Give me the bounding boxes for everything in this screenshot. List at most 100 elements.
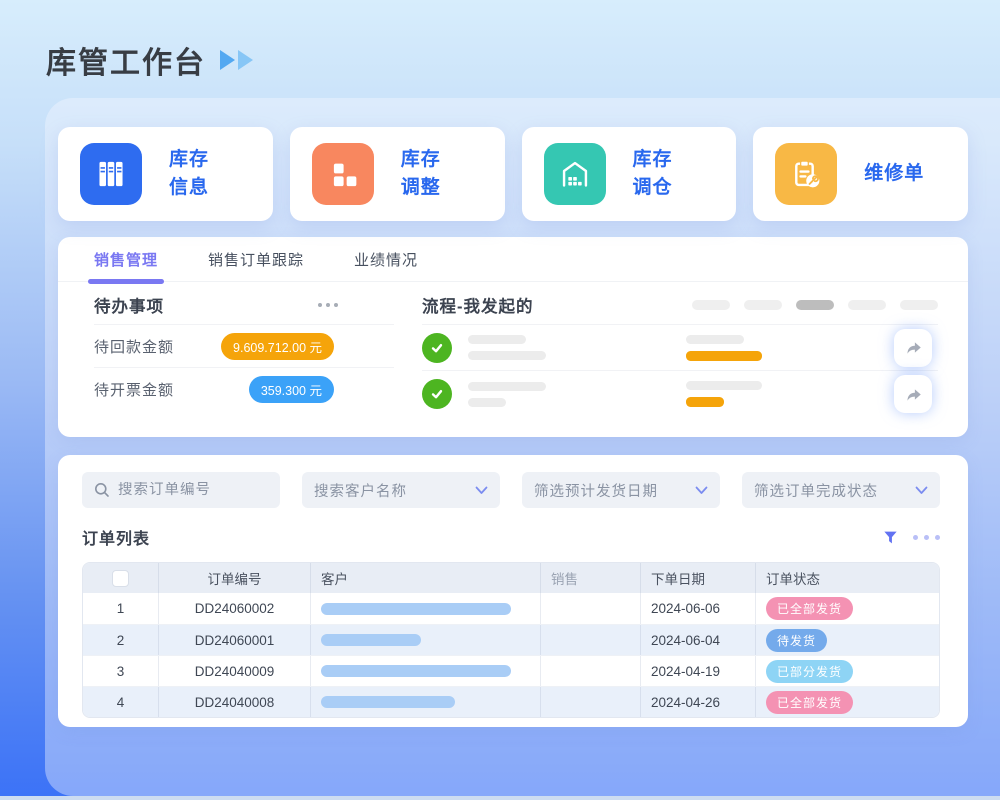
row-index: 3 [83,656,159,686]
orders-list-title: 订单列表 [82,525,150,549]
filters-row: 搜索客户名称 筛选预计发货日期 筛选订单完成状态 [82,472,940,508]
column-header: 客户 [311,563,541,593]
share-button[interactable] [894,329,932,367]
column-header: 下单日期 [641,563,756,593]
order-date: 2024-04-26 [641,687,756,717]
todo-label: 待开票金额 [94,379,174,400]
table-row[interactable]: 4 DD24040008 2024-04-26 已全部发货 [83,686,939,717]
order-date: 2024-04-19 [641,656,756,686]
inventory-adjust-blocks-icon [312,143,374,205]
process-title: 流程-我发起的 [422,293,534,317]
process-section: 流程-我发起的 [422,282,938,417]
tab-sales-order-tracking[interactable]: 销售订单跟踪 [208,237,304,281]
status-badge: 待发货 [766,629,827,652]
chevron-down-icon [915,486,928,495]
sales-panel: 销售管理 销售订单跟踪 业绩情况 待办事项 待回款金额 9.609.712.00… [58,237,968,437]
process-row [422,371,938,417]
warehouse-transfer-icon [544,143,606,205]
sales-cell [541,625,641,655]
todo-title: 待办事项 [94,293,164,317]
share-button[interactable] [894,375,932,413]
sales-cell [541,656,641,686]
card-repair-order[interactable]: 维修单 [753,127,968,221]
quick-cards-row: 库存信息 库存调整 [58,127,968,221]
card-label: 调整 [401,174,441,202]
column-header: 订单编号 [159,563,311,593]
order-date: 2024-06-06 [641,593,756,624]
chevron-down-icon [475,486,488,495]
row-index: 4 [83,687,159,717]
order-date: 2024-06-04 [641,625,756,655]
card-label: 库存 [633,146,673,174]
order-no: DD24060001 [159,625,311,655]
skeleton-text-bars [468,382,588,407]
tab-sales-management[interactable]: 销售管理 [94,237,158,281]
todo-row-receivable: 待回款金额 9.609.712.00 元 [94,325,394,368]
customer-skeleton-bar [321,603,511,615]
repair-clipboard-icon [775,143,837,205]
todo-row-invoice: 待开票金额 359.300 元 [94,368,394,411]
orders-panel: 搜索客户名称 筛选预计发货日期 筛选订单完成状态 订单列表 [58,455,968,727]
order-no: DD24040008 [159,687,311,717]
orders-table: 订单编号 客户 销售 下单日期 订单状态 1 DD24060002 2024-0… [82,562,940,718]
page-title: 库管工作台 [46,38,206,82]
skeleton-text-bars [468,335,588,360]
order-no: DD24060002 [159,593,311,624]
order-status-select[interactable]: 筛选订单完成状态 [742,472,940,508]
double-arrow-icon [220,50,253,70]
ship-date-select[interactable]: 筛选预计发货日期 [522,472,720,508]
order-no: DD24040009 [159,656,311,686]
page-header: 库管工作台 [46,38,253,82]
tab-bar: 销售管理 销售订单跟踪 业绩情况 [58,237,968,282]
check-circle-icon [422,333,452,363]
check-circle-icon [422,379,452,409]
select-label: 筛选预计发货日期 [534,480,695,501]
table-row[interactable]: 1 DD24060002 2024-06-06 已全部发货 [83,593,939,624]
skeleton-progress-bars [686,381,766,407]
more-icon[interactable] [913,535,940,540]
more-icon[interactable] [318,303,338,307]
amount-badge: 359.300 元 [249,376,334,403]
card-inventory-info[interactable]: 库存信息 [58,127,273,221]
card-label: 库存 [169,146,209,174]
order-search-box[interactable] [82,472,280,508]
table-header-row: 订单编号 客户 销售 下单日期 订单状态 [83,563,939,593]
search-order-input[interactable] [118,482,268,498]
inventory-books-icon [80,143,142,205]
table-row[interactable]: 2 DD24060001 2024-06-04 待发货 [83,624,939,655]
status-badge: 已全部发货 [766,691,853,714]
process-row [422,325,938,371]
card-label: 库存 [401,146,441,174]
select-label: 筛选订单完成状态 [754,480,915,501]
card-label: 调仓 [633,174,673,202]
todo-label: 待回款金额 [94,336,174,357]
card-inventory-adjust[interactable]: 库存调整 [290,127,505,221]
customer-skeleton-bar [321,634,421,646]
amount-badge: 9.609.712.00 元 [221,333,334,360]
column-header: 销售 [541,563,641,593]
card-label: 信息 [169,174,209,202]
row-index: 1 [83,593,159,624]
skeleton-pills [692,300,938,310]
chevron-down-icon [695,486,708,495]
footer-strip [0,796,1000,800]
status-badge: 已全部发货 [766,597,853,620]
sales-cell [541,593,641,624]
tab-performance[interactable]: 业绩情况 [354,237,418,281]
column-header: 订单状态 [756,563,939,593]
status-badge: 已部分发货 [766,660,853,683]
sales-cell [541,687,641,717]
card-label: 维修单 [864,160,924,188]
search-icon [94,482,110,498]
table-row[interactable]: 3 DD24040009 2024-04-19 已部分发货 [83,655,939,686]
customer-skeleton-bar [321,665,511,677]
todo-section: 待办事项 待回款金额 9.609.712.00 元 待开票金额 359.300 … [94,282,394,417]
filter-funnel-icon[interactable] [882,529,899,546]
select-label: 搜索客户名称 [314,480,475,501]
select-all-checkbox[interactable] [112,570,129,587]
card-inventory-transfer[interactable]: 库存调仓 [522,127,737,221]
row-index: 2 [83,625,159,655]
customer-select[interactable]: 搜索客户名称 [302,472,500,508]
skeleton-progress-bars [686,335,766,361]
customer-skeleton-bar [321,696,455,708]
